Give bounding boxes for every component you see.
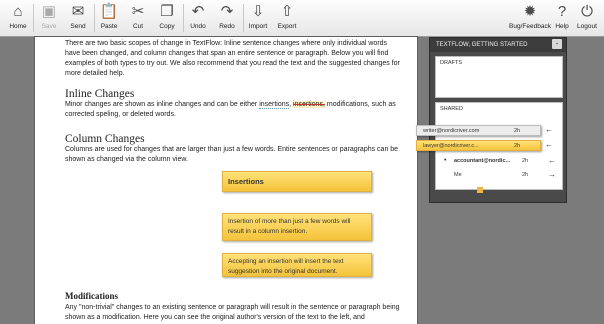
- insertions-sticky-title[interactable]: Insertions: [222, 171, 372, 192]
- arrow-left-icon[interactable]: ←: [548, 156, 556, 166]
- arrow-left-icon[interactable]: ←: [545, 125, 553, 134]
- column-changes-heading: Column Changes: [65, 133, 145, 145]
- bullet-icon: •: [444, 157, 447, 164]
- panel-title: TEXTFLOW, GETTING STARTED: [436, 42, 528, 48]
- home-label: Home: [9, 23, 27, 30]
- redo-label: Redo: [219, 23, 235, 30]
- shared-label: SHARED: [440, 106, 463, 112]
- shared-row-me[interactable]: Me 2h →: [440, 170, 558, 180]
- shared-row-name: lawyer@nordicriver.c...: [423, 143, 479, 149]
- panel-header: TEXTFLOW, GETTING STARTED -: [430, 38, 566, 52]
- home-icon: ⌂: [13, 3, 23, 20]
- accept-insertion-note[interactable]: Accepting an insertion will insert the t…: [222, 253, 372, 277]
- shared-row-accountant[interactable]: • accountant@nordic... 2h ←: [440, 156, 558, 166]
- shared-row-time: 2h: [522, 172, 529, 178]
- logout-button[interactable]: ⏻ Logout: [570, 2, 604, 30]
- mail-icon: ✉: [71, 3, 85, 20]
- shared-row-writer[interactable]: writer@nordicriver.com 2h: [416, 125, 541, 136]
- drafts-box: DRAFTS: [435, 56, 563, 98]
- export-label: Export: [277, 23, 297, 30]
- inline-changes-paragraph: Minor changes are shown as inline change…: [65, 100, 400, 120]
- deleted-word[interactable]: insertions,: [293, 101, 325, 108]
- insertion-suggestion-note[interactable]: Insertion of more than just a few words …: [222, 213, 372, 241]
- modifications-paragraph: Any "non-trivial" changes to an existing…: [65, 304, 400, 321]
- panel-collapse-button[interactable]: -: [552, 39, 562, 49]
- shared-row-name: writer@nordicriver.com: [423, 128, 480, 134]
- send-label: Send: [70, 23, 86, 30]
- shared-row-time: 2h: [522, 158, 529, 164]
- inserted-word[interactable]: insertions: [259, 101, 290, 109]
- shared-row-time: 2h: [514, 143, 521, 149]
- arrow-right-icon[interactable]: →: [548, 170, 556, 180]
- copy-label: Copy: [159, 23, 175, 30]
- copy-button[interactable]: ❐ Copy: [150, 2, 184, 30]
- power-icon: ⏻: [581, 3, 593, 20]
- redo-icon: ↷: [220, 3, 234, 20]
- send-button[interactable]: ✉ Send: [61, 2, 95, 30]
- status-indicator: [477, 187, 483, 193]
- toolbar: ⌂ Home ▣ Save ✉ Send 📋 Paste ✂ Cut ❐ Cop…: [0, 0, 604, 37]
- shared-row-time: 2h: [514, 128, 521, 134]
- shared-row-lawyer[interactable]: lawyer@nordicriver.c... 2h: [416, 140, 541, 151]
- modifications-heading: Modifications: [65, 291, 118, 301]
- textflow-panel: TEXTFLOW, GETTING STARTED - DRAFTS SHARE…: [429, 37, 567, 203]
- shared-row-name: Me: [454, 172, 462, 178]
- inline-text-pre: Minor changes are shown as inline change…: [65, 101, 260, 108]
- column-changes-paragraph: Columns are used for changes that are la…: [65, 146, 399, 163]
- home-button[interactable]: ⌂ Home: [1, 2, 35, 30]
- redo-button[interactable]: ↷ Redo: [210, 2, 244, 30]
- drafts-label: DRAFTS: [440, 60, 462, 66]
- document-page[interactable]: There are two basic scopes of change in …: [35, 37, 417, 324]
- logout-label: Logout: [577, 23, 597, 30]
- copy-icon: ❐: [160, 3, 174, 20]
- arrow-left-icon[interactable]: ←: [545, 140, 553, 149]
- export-button[interactable]: ⇧ Export: [270, 2, 304, 30]
- shared-row-name: accountant@nordic...: [454, 158, 511, 164]
- intro-paragraph: There are two basic scopes of change in …: [65, 40, 400, 77]
- inline-changes-heading: Inline Changes: [65, 88, 135, 100]
- export-icon: ⇧: [280, 3, 294, 20]
